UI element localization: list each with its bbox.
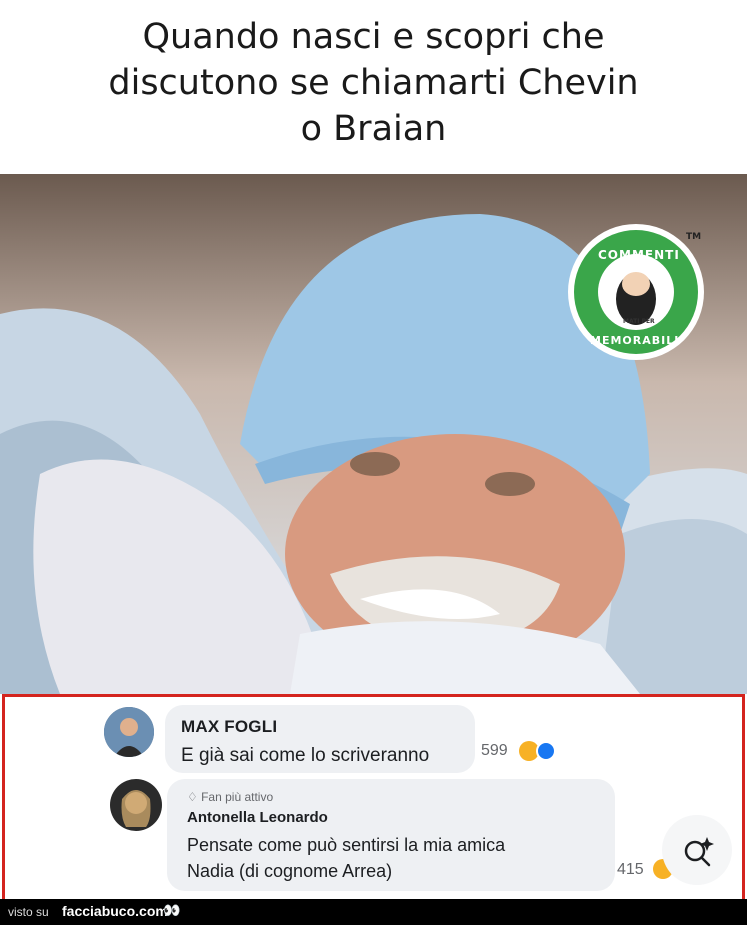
meme-caption: Quando nasci e scopri che discutono se c…	[0, 14, 747, 174]
avatar[interactable]	[110, 779, 162, 831]
diamond-icon: ♢	[187, 790, 202, 804]
comment-text: Pensate come può sentirsi la mia amica N…	[187, 832, 587, 884]
avatar-person-icon	[104, 707, 154, 757]
footer-prefix: visto su	[8, 905, 49, 919]
caption-line-2: discutono se chiamarti Chevin	[108, 63, 639, 103]
footer-site-link[interactable]: facciabuco.com	[62, 903, 168, 919]
reaction-count[interactable]: 599	[481, 742, 508, 760]
comment-author[interactable]: Antonella Leonardo	[187, 809, 328, 826]
caption-line-3: o Braian	[300, 109, 447, 149]
meme-photo: COMMENTI MEMORABILI MATI PER TM	[0, 174, 747, 694]
reaction-count[interactable]: 415	[617, 861, 644, 879]
comment-bubble[interactable]: ♢ Fan più attivo Antonella Leonardo Pens…	[167, 779, 615, 891]
comment-text: E già sai come lo scriveranno	[181, 745, 430, 766]
comments-panel: MAX FOGLI E già sai come lo scriveranno …	[2, 694, 745, 902]
like-icon	[536, 741, 556, 761]
search-sparkle-icon	[684, 837, 714, 867]
comment-bubble[interactable]: MAX FOGLI E già sai come lo scriveranno	[165, 705, 475, 773]
comment-text-line-2: Nadia (di cognome Arrea)	[187, 861, 393, 881]
site-footer: visto su facciabuco.com 👀	[0, 899, 747, 925]
avatar[interactable]	[104, 707, 154, 757]
watermark-top-text: COMMENTI	[598, 248, 680, 262]
avatar-person-icon	[110, 779, 162, 831]
eyes-icon: 👀	[163, 902, 181, 918]
watermark-tm: TM	[686, 232, 702, 242]
watermark-small-text: MATI PER	[623, 318, 655, 325]
comment-author[interactable]: MAX FOGLI	[181, 717, 277, 737]
fan-badge-label: Fan più attivo	[201, 790, 274, 804]
caption-line-1: Quando nasci e scopri che	[142, 17, 605, 57]
comment-text-line-1: Pensate come può sentirsi la mia amica	[187, 835, 506, 855]
fan-badge: ♢ Fan più attivo	[187, 790, 273, 804]
search-button[interactable]	[662, 815, 732, 885]
watermark-bottom-text: MEMORABILI	[590, 334, 680, 347]
